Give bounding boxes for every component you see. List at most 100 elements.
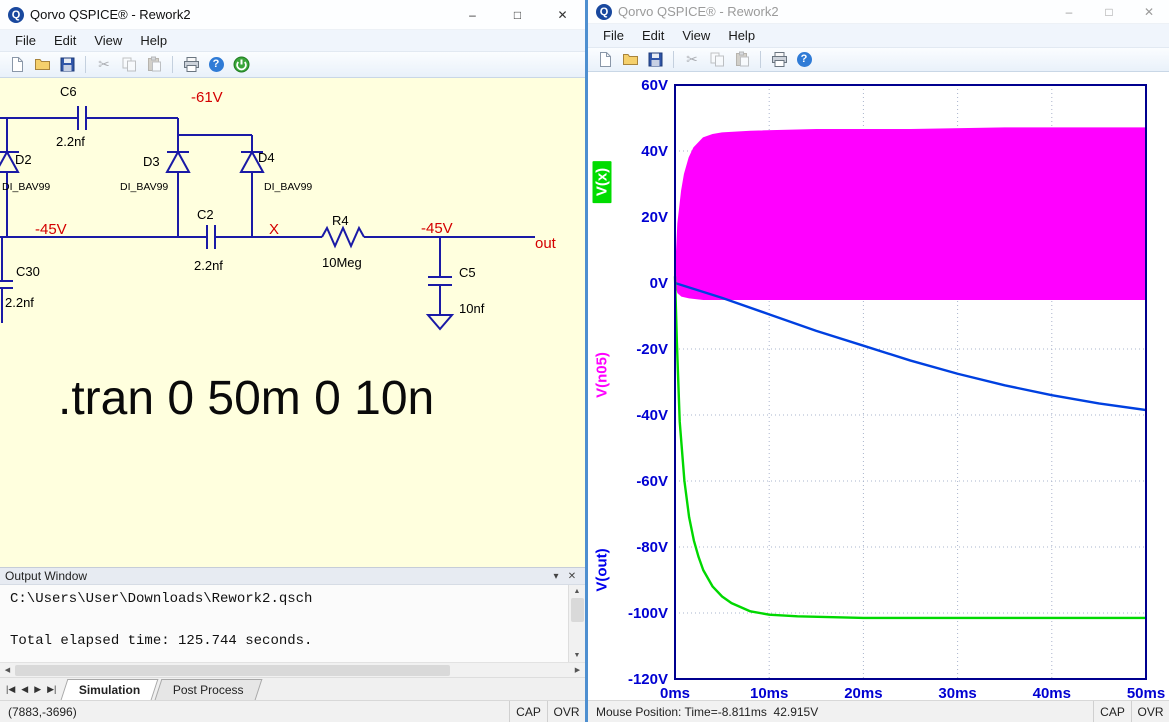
waveform-plot[interactable]: 60V40V20V0V-20V-40V-60V-80V-100V-120V0ms… <box>588 72 1169 700</box>
model-d4[interactable]: DI_BAV99 <box>264 181 312 193</box>
label-d4[interactable]: D4 <box>258 150 275 165</box>
minimize-button[interactable]: – <box>1049 0 1089 23</box>
save-button[interactable] <box>57 55 77 75</box>
menu-edit[interactable]: Edit <box>633 26 673 45</box>
menu-help[interactable]: Help <box>131 31 176 50</box>
minimize-button[interactable]: – <box>450 0 495 29</box>
scroll-right-icon[interactable]: ▶ <box>570 666 585 674</box>
capacitor-c30[interactable] <box>0 237 13 323</box>
wire-top[interactable] <box>0 118 252 135</box>
open-folder-icon <box>34 56 51 73</box>
run-simulation-button[interactable] <box>231 55 251 75</box>
output-horizontal-scrollbar[interactable]: ◀ ▶ <box>0 662 585 677</box>
net-label-x[interactable]: X <box>269 221 279 238</box>
tab-simulation[interactable]: Simulation <box>61 679 159 700</box>
output-close-button[interactable]: ✕ <box>564 571 580 582</box>
close-button[interactable]: ✕ <box>1129 0 1169 23</box>
copy-button[interactable] <box>707 50 727 70</box>
output-window-titlebar[interactable]: Output Window ▾ ✕ <box>0 567 585 585</box>
model-d3[interactable]: DI_BAV99 <box>120 181 168 193</box>
trace-V(out)[interactable] <box>675 283 1146 410</box>
trace-V(n05)[interactable] <box>675 128 1146 300</box>
tab-nav-next[interactable]: ▶ <box>34 684 41 695</box>
help-button[interactable]: ? <box>794 50 814 70</box>
menu-edit[interactable]: Edit <box>45 31 85 50</box>
scrollbar-thumb[interactable] <box>571 598 584 622</box>
scroll-down-icon[interactable]: ▼ <box>574 649 581 662</box>
resistor-r4[interactable] <box>322 228 364 246</box>
app-logo-icon: Q <box>8 7 24 23</box>
help-button[interactable]: ? <box>206 55 226 75</box>
menu-file[interactable]: File <box>594 26 633 45</box>
scrollbar-thumb[interactable] <box>15 665 450 676</box>
tab-nav-prev[interactable]: ◀ <box>21 684 28 695</box>
label-c5[interactable]: C5 <box>459 265 476 280</box>
waveform-plot-area[interactable]: 60V40V20V0V-20V-40V-60V-80V-100V-120V0ms… <box>588 72 1169 700</box>
net-label-45v-right[interactable]: -45V <box>421 220 453 237</box>
value-c30[interactable]: 2.2nf <box>5 295 34 310</box>
menu-file[interactable]: File <box>6 31 45 50</box>
label-c6[interactable]: C6 <box>60 84 77 99</box>
titlebar[interactable]: Q Qorvo QSPICE® - Rework2 – □ ✕ <box>588 0 1169 24</box>
capacitor-c5[interactable] <box>428 237 452 315</box>
label-c30[interactable]: C30 <box>16 264 40 279</box>
output-collapse-button[interactable]: ▾ <box>548 571 564 582</box>
diode-d3[interactable] <box>167 135 189 237</box>
y-axis-tick-label: -40V <box>636 407 668 424</box>
label-d2[interactable]: D2 <box>15 152 32 167</box>
value-c2[interactable]: 2.2nf <box>194 258 223 273</box>
print-button[interactable] <box>181 55 201 75</box>
save-floppy-icon <box>59 56 76 73</box>
new-file-button[interactable] <box>7 55 27 75</box>
copy-button[interactable] <box>119 55 139 75</box>
desktop: Q Qorvo QSPICE® - Rework2 – □ ✕ File Edi… <box>0 0 1169 722</box>
scissors-icon: ✂ <box>686 51 698 68</box>
value-c5[interactable]: 10nf <box>459 301 485 316</box>
close-button[interactable]: ✕ <box>540 0 585 29</box>
spice-directive[interactable]: .tran 0 50m 0 10n <box>58 372 434 425</box>
app-logo-icon: Q <box>596 4 612 20</box>
cut-button[interactable]: ✂ <box>94 55 114 75</box>
document-tabbar: |◀ ◀ ▶ ▶| Simulation Post Process <box>0 677 585 700</box>
menu-view[interactable]: View <box>85 31 131 50</box>
paste-button[interactable] <box>732 50 752 70</box>
schematic-canvas[interactable]: C6 2.2nf -61V D2 DI_BAV99 D3 DI_BAV99 D4… <box>0 78 585 567</box>
save-button[interactable] <box>645 50 665 70</box>
maximize-button[interactable]: □ <box>495 0 540 29</box>
net-label-out[interactable]: out <box>535 235 557 252</box>
label-d3[interactable]: D3 <box>143 154 160 169</box>
scroll-up-icon[interactable]: ▲ <box>574 585 581 598</box>
titlebar[interactable]: Q Qorvo QSPICE® - Rework2 – □ ✕ <box>0 0 585 30</box>
tab-nav-last[interactable]: ▶| <box>47 684 56 695</box>
model-d2[interactable]: DI_BAV99 <box>2 181 50 193</box>
print-button[interactable] <box>769 50 789 70</box>
paste-button[interactable] <box>144 55 164 75</box>
scroll-left-icon[interactable]: ◀ <box>0 666 15 674</box>
menu-help[interactable]: Help <box>719 26 764 45</box>
trace-label-vn05[interactable]: V(n05) <box>594 352 611 398</box>
output-vertical-scrollbar[interactable]: ▲ ▼ <box>568 585 585 662</box>
tab-post-process[interactable]: Post Process <box>154 679 262 700</box>
menu-view[interactable]: View <box>673 26 719 45</box>
label-c2[interactable]: C2 <box>197 207 214 222</box>
diode-d2[interactable] <box>0 118 19 237</box>
window-title: Qorvo QSPICE® - Rework2 <box>618 4 1049 19</box>
tab-nav-first[interactable]: |◀ <box>6 684 15 695</box>
maximize-button[interactable]: □ <box>1089 0 1129 23</box>
net-label-61v[interactable]: -61V <box>191 89 223 106</box>
net-label-45v-left[interactable]: -45V <box>35 221 67 238</box>
capacitor-c6[interactable] <box>78 106 86 130</box>
open-file-button[interactable] <box>620 50 640 70</box>
cut-button[interactable]: ✂ <box>682 50 702 70</box>
trace-label-vout[interactable]: V(out) <box>594 548 611 591</box>
label-r4[interactable]: R4 <box>332 213 349 228</box>
value-c6[interactable]: 2.2nf <box>56 134 85 149</box>
open-file-button[interactable] <box>32 55 52 75</box>
paste-icon <box>734 51 751 68</box>
new-file-button[interactable] <box>595 50 615 70</box>
trace-V(x)[interactable] <box>675 276 1146 618</box>
capacitor-c2[interactable] <box>207 225 215 249</box>
x-axis-tick-label: 40ms <box>1033 685 1071 700</box>
value-r4[interactable]: 10Meg <box>322 255 362 270</box>
trace-label-vx[interactable]: V(x) <box>593 161 612 203</box>
